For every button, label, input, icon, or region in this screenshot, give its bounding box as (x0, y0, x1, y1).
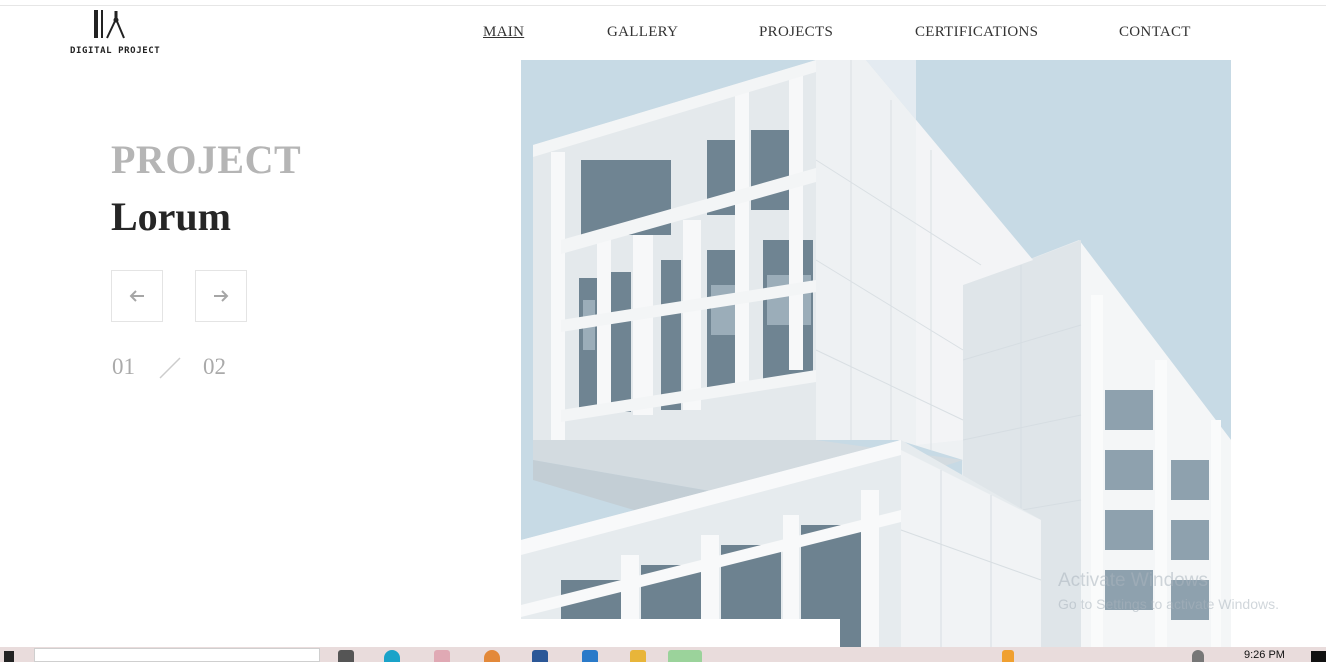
show-desktop-button[interactable] (1311, 651, 1326, 662)
logo-text: DIGITAL PROJECT (70, 46, 161, 56)
prev-slide-button[interactable] (111, 270, 163, 322)
logo[interactable]: DIGITAL PROJECT (70, 9, 161, 59)
task-view-icon[interactable] (338, 650, 354, 662)
tray-app-icon[interactable] (1002, 650, 1014, 662)
arrow-left-icon (129, 290, 144, 302)
network-icon[interactable] (1192, 650, 1204, 662)
firefox-icon[interactable] (484, 650, 500, 662)
chrome-icon[interactable] (668, 650, 702, 662)
nav-item-gallery[interactable]: GALLERY (607, 24, 678, 41)
slide-counter-total: 02 (203, 354, 226, 379)
hero-title: Lorum (111, 194, 231, 239)
next-slide-button[interactable] (195, 270, 247, 322)
windows-start-icon[interactable] (4, 651, 14, 662)
architect-compass-icon (94, 10, 125, 39)
word-icon[interactable] (532, 650, 548, 662)
hero-eyebrow: PROJECT (111, 137, 302, 182)
counter-divider (159, 357, 181, 379)
slide-counter-current: 01 (112, 354, 135, 379)
file-explorer-icon[interactable] (630, 650, 646, 662)
app-icon[interactable] (434, 650, 450, 662)
activation-watermark-title: Activate Windows (1058, 570, 1208, 591)
top-rule (0, 5, 1326, 6)
activation-watermark-subtitle: Go to Settings to activate Windows. (1058, 596, 1279, 612)
nav-item-certifications[interactable]: CERTIFICATIONS (915, 24, 1038, 41)
nav-item-contact[interactable]: CONTACT (1119, 24, 1191, 41)
arrow-right-icon (214, 290, 229, 302)
taskbar-search-box[interactable] (34, 648, 320, 662)
nav-item-projects[interactable]: PROJECTS (759, 24, 833, 41)
vscode-icon[interactable] (582, 650, 598, 662)
nav-item-main[interactable]: MAIN (483, 24, 524, 41)
taskbar-clock[interactable]: 9:26 PM (1244, 649, 1285, 661)
os-taskbar: 9:26 PM (0, 647, 1326, 662)
edge-browser-icon[interactable] (384, 650, 400, 662)
